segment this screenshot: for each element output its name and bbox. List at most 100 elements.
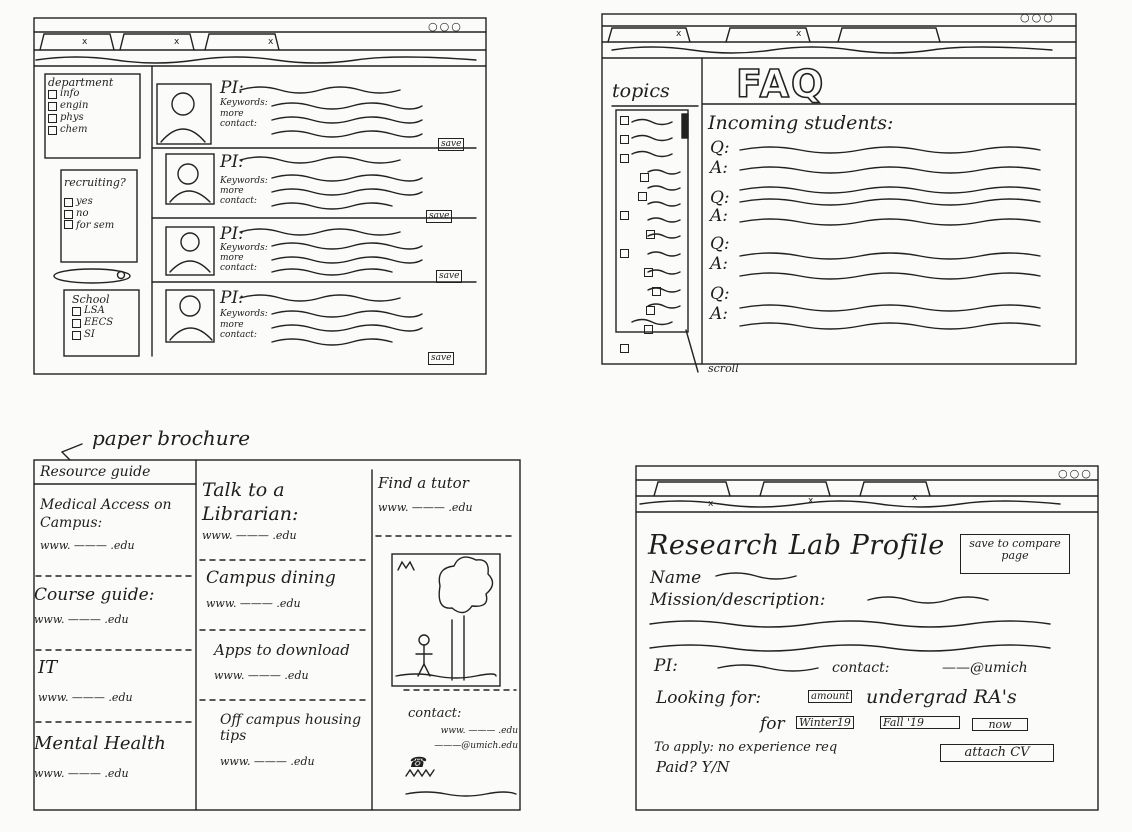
topic-checkbox[interactable] (644, 268, 653, 277)
resource-label: Apps to download (214, 641, 350, 659)
tab-close-icon[interactable]: x (808, 497, 813, 506)
resource-label: Course guide: (34, 585, 155, 605)
window-control-icon[interactable]: ○ (1081, 467, 1093, 480)
topic-checkbox[interactable] (640, 173, 649, 182)
window-controls[interactable]: ○○○ (428, 21, 463, 32)
question-label: Q: (710, 138, 730, 158)
window-control-icon[interactable]: ○ (1043, 11, 1055, 24)
resource-url[interactable]: www. ——— .edu (40, 540, 190, 551)
topics-heading: topics (612, 80, 670, 102)
topic-checkbox[interactable] (620, 344, 629, 353)
resource-url[interactable]: www. ——— .edu (202, 530, 367, 541)
window-control-icon[interactable]: ○ (1070, 467, 1082, 480)
window-control-icon[interactable]: ○ (451, 20, 463, 33)
resource-item: Medical Access on Campus: www. ——— .edu (40, 496, 190, 551)
lab-card[interactable]: PI: Keywords: more contact: (220, 154, 268, 206)
topic-checkbox[interactable] (620, 135, 629, 144)
resource-item: Off campus housing tips www. ——— .edu (220, 712, 370, 767)
window-control-icon[interactable]: ○ (428, 20, 440, 33)
resource-label: Find a tutor (378, 474, 469, 492)
checkbox-icon[interactable] (64, 220, 73, 229)
tab-close-icon[interactable]: x (796, 30, 801, 39)
checkbox-icon[interactable] (72, 318, 81, 328)
save-button[interactable]: save (436, 270, 463, 283)
checkbox-icon[interactable] (64, 209, 73, 219)
topic-checkbox[interactable] (620, 249, 629, 258)
resource-url[interactable]: www. ——— .edu (214, 670, 374, 681)
checkbox-icon[interactable] (48, 89, 57, 99)
option-label: info (60, 88, 80, 99)
filter-option[interactable]: no (64, 208, 126, 220)
tab-close-icon[interactable]: x (174, 38, 179, 47)
search-input[interactable] (56, 270, 128, 282)
contact-label: contact: (220, 330, 257, 340)
answer-label: A: (710, 304, 729, 324)
filter-option[interactable]: EECS (72, 317, 113, 329)
filter-option[interactable]: engin (48, 100, 113, 112)
filter-option[interactable]: yes (64, 196, 126, 208)
term-option[interactable]: Winter19 (796, 716, 854, 729)
topic-checkbox[interactable] (652, 287, 661, 296)
window-controls[interactable]: ○○○ (1058, 468, 1093, 479)
tab-close-icon[interactable]: x (268, 38, 273, 47)
filter-option[interactable]: for sem (64, 220, 124, 232)
window-control-icon[interactable]: ○ (1020, 11, 1032, 24)
resource-url[interactable]: www. ——— .edu (34, 614, 184, 625)
checkbox-icon[interactable] (48, 113, 57, 123)
resource-url[interactable]: www. ——— .edu (378, 502, 518, 513)
lab-card[interactable]: PI: Keywords: more contact: (220, 80, 268, 129)
checkbox-icon[interactable] (64, 197, 73, 207)
filter-option[interactable]: LSA (72, 305, 113, 317)
resource-url[interactable]: www. ——— .edu (206, 598, 366, 609)
save-button[interactable]: save (438, 138, 465, 151)
looking-for-label: Looking for: (656, 688, 762, 708)
topic-checkbox[interactable] (620, 211, 629, 220)
amount-field[interactable]: amount (808, 690, 853, 703)
school-filter: School LSA EECS SI (72, 294, 113, 341)
checkbox-icon[interactable] (48, 125, 57, 135)
topic-checkbox[interactable] (620, 116, 629, 125)
topic-checkbox[interactable] (644, 325, 653, 334)
term-option[interactable]: Fall '19 (880, 716, 960, 729)
filter-option[interactable]: chem (48, 124, 113, 136)
filter-option[interactable]: phys (48, 112, 113, 124)
lab-card[interactable]: PI: Keywords: more contact: (220, 290, 268, 340)
attach-cv-button[interactable]: attach CV (940, 744, 1054, 762)
filter-option[interactable]: info (48, 88, 113, 100)
keywords-label: Keywords: (220, 98, 268, 108)
topic-checkbox[interactable] (646, 306, 655, 315)
resource-url[interactable]: www. ——— .edu (220, 756, 370, 767)
resource-url[interactable]: www. ——— .edu (34, 768, 194, 779)
save-button[interactable]: save (428, 352, 455, 365)
save-to-compare-button[interactable]: save to compare page (960, 534, 1070, 574)
contact-email[interactable]: ——@umich (942, 660, 1028, 676)
tab-close-icon[interactable]: x (676, 30, 681, 39)
tab-close-icon[interactable]: x (82, 38, 87, 47)
tab-close-icon[interactable]: x (708, 500, 713, 509)
option-label: yes (76, 196, 93, 207)
window-control-icon[interactable]: ○ (1058, 467, 1070, 480)
scrollbar[interactable] (681, 112, 689, 330)
topic-checkbox[interactable] (638, 192, 647, 201)
window-controls[interactable]: ○○○ (1020, 12, 1055, 23)
contact-email[interactable]: ———@umich.edu (408, 742, 518, 751)
phone-icon: ☎ (408, 755, 426, 771)
checkbox-icon[interactable] (72, 330, 81, 340)
term-option[interactable]: now (972, 718, 1028, 731)
contact-url[interactable]: www. ——— .edu (408, 727, 518, 736)
resource-url[interactable]: www. ——— .edu (38, 692, 188, 703)
save-button[interactable]: save (426, 210, 453, 223)
topic-checkbox[interactable] (620, 154, 629, 163)
filter-option[interactable]: SI (72, 329, 113, 341)
window-control-icon[interactable]: ○ (1032, 11, 1044, 24)
tab-close-icon[interactable]: x (912, 494, 917, 503)
window-control-icon[interactable]: ○ (440, 20, 452, 33)
more-label: more (220, 186, 244, 196)
checkbox-icon[interactable] (72, 306, 81, 316)
checkbox-icon[interactable] (48, 101, 57, 111)
lab-card[interactable]: PI: Keywords: more contact: (220, 226, 268, 273)
keywords-label: Keywords: (220, 309, 268, 319)
more-label: more (220, 109, 244, 119)
profile-title: Research Lab Profile (648, 530, 945, 561)
topic-checkbox[interactable] (646, 230, 655, 239)
